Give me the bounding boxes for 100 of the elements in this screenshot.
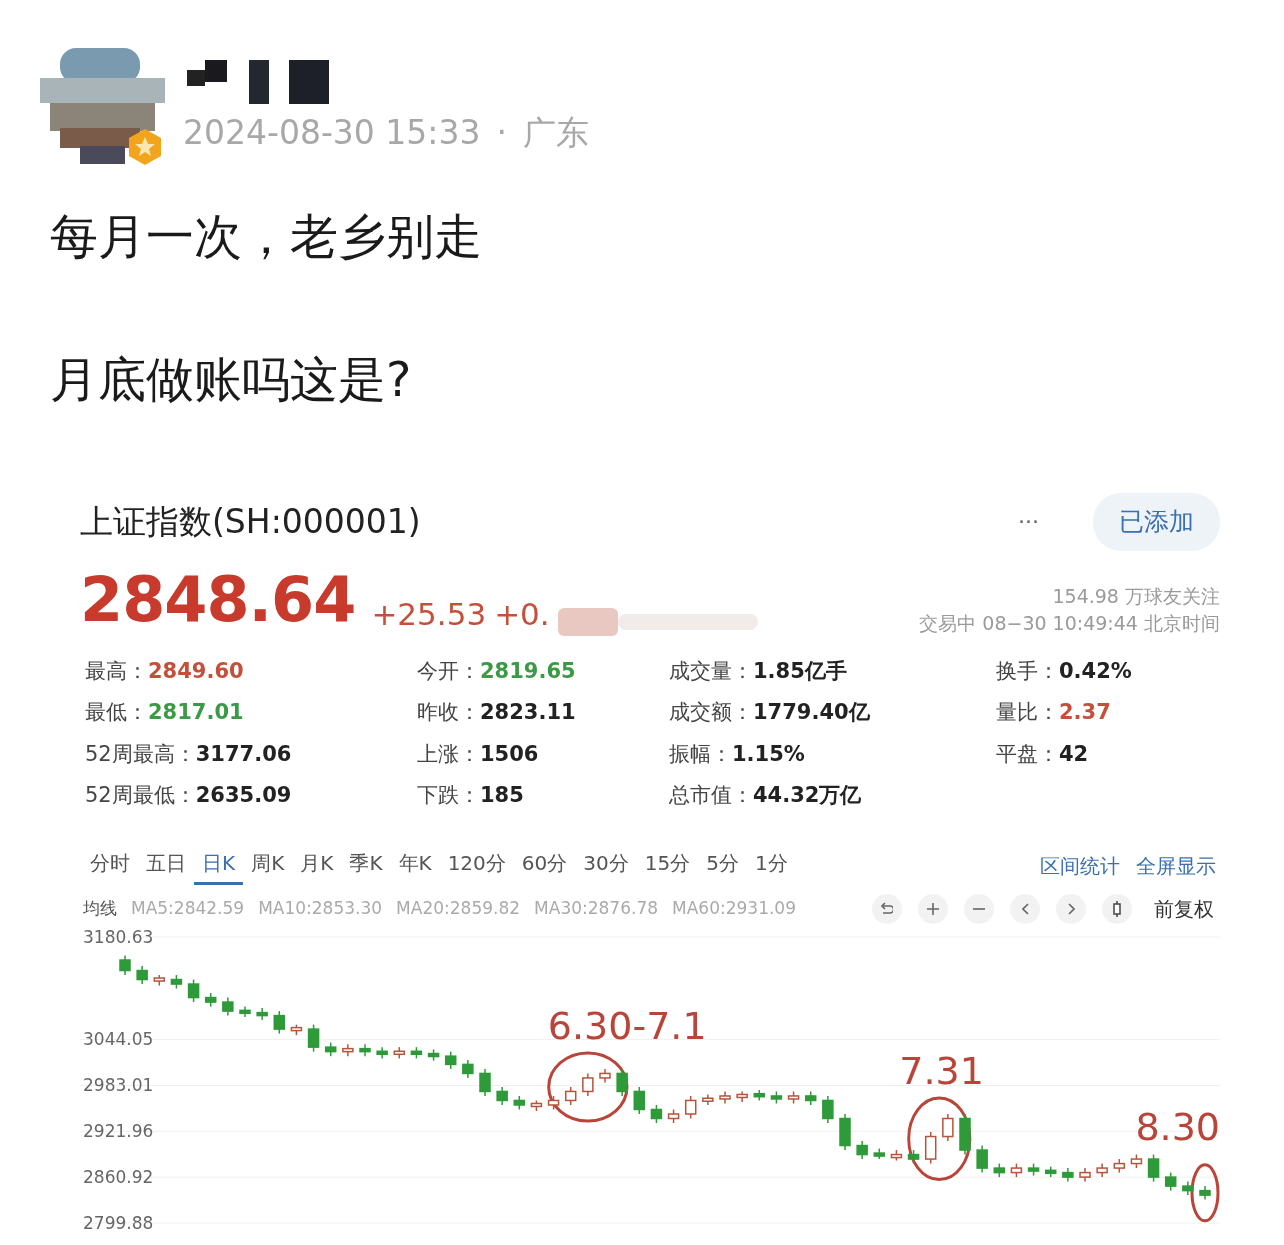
period-tab[interactable]: 年K	[390, 847, 440, 885]
candlestick	[547, 1094, 560, 1110]
stock-title: 上证指数(SH:000001)	[80, 501, 422, 544]
fullscreen-link[interactable]: 全屏显示	[1132, 851, 1220, 882]
stat-value: 1.15%	[732, 740, 805, 768]
percent-change: +0.	[494, 595, 550, 635]
more-button[interactable]: ···	[1012, 504, 1045, 540]
period-tab[interactable]: 1分	[746, 847, 796, 885]
candlestick	[307, 1023, 320, 1053]
annotation-label: 6.30-7.1	[547, 1006, 707, 1045]
candlestick	[204, 992, 217, 1007]
period-tab[interactable]: 五日	[138, 847, 194, 885]
candlestick	[839, 1112, 851, 1151]
stat-label: 总市值：	[669, 782, 753, 810]
minus-icon	[973, 907, 985, 910]
range-stats-link[interactable]: 区间统计	[1036, 851, 1124, 882]
candlestick	[187, 978, 200, 1003]
candlestick	[239, 1005, 251, 1018]
added-button[interactable]: 已添加	[1093, 493, 1220, 551]
ma-value: MA60:2931.09	[672, 896, 796, 920]
star-badge-icon	[127, 128, 163, 166]
annotation-label: 7.31	[899, 1051, 984, 1090]
axis-tick-label: 3180.63	[83, 928, 154, 946]
period-tab[interactable]: 周K	[243, 847, 293, 885]
highlight-circle	[1190, 1163, 1220, 1223]
candlestick	[376, 1046, 388, 1059]
stat-label: 最高：	[85, 657, 148, 685]
candlestick	[1062, 1167, 1074, 1183]
candle-button[interactable]	[1102, 893, 1132, 924]
period-tab[interactable]: 分时	[82, 847, 138, 885]
trading-status: 交易中 08−30 10:49:44 北京时间	[919, 611, 1220, 637]
candlestick	[1044, 1165, 1057, 1178]
stat-label: 昨收：	[417, 699, 480, 727]
candlestick	[942, 1112, 954, 1142]
stat-label: 成交额：	[669, 699, 753, 727]
price-change: +25.53	[371, 595, 487, 635]
candlestick	[1147, 1153, 1160, 1183]
period-tab[interactable]: 60分	[513, 847, 576, 885]
candlestick	[444, 1050, 457, 1070]
candlestick	[907, 1149, 920, 1164]
candlestick	[599, 1067, 611, 1083]
period-tab[interactable]: 15分	[636, 847, 699, 885]
stat-label: 换手：	[996, 657, 1059, 685]
candlestick	[462, 1058, 474, 1079]
stat-value: 1506	[480, 740, 539, 768]
candlestick	[290, 1023, 303, 1036]
adjust-button[interactable]: 前复权	[1148, 892, 1220, 925]
stat-label: 平盘：	[996, 740, 1059, 768]
undo-button[interactable]	[872, 893, 902, 924]
period-tab[interactable]: 季K	[341, 847, 391, 885]
candlestick	[616, 1067, 628, 1097]
candlestick	[650, 1103, 663, 1124]
stat-label: 下跌：	[417, 782, 480, 810]
period-tab[interactable]: 120分	[439, 847, 514, 885]
candlestick	[256, 1007, 268, 1021]
candlestick	[136, 964, 148, 985]
candlestick	[736, 1090, 748, 1103]
candlestick	[393, 1046, 406, 1059]
candlestick	[719, 1090, 731, 1104]
chevron-left-icon	[1021, 902, 1029, 915]
plus-button[interactable]	[918, 893, 948, 924]
chevron-right-button[interactable]	[1056, 893, 1086, 924]
candlestick	[324, 1041, 337, 1057]
period-tab[interactable]: 30分	[575, 847, 637, 885]
stat-value: 44.32万亿	[753, 782, 862, 810]
candlestick	[702, 1093, 714, 1106]
candlestick	[976, 1144, 988, 1173]
stat-value: 1779.40亿	[753, 699, 870, 727]
minus-button[interactable]	[964, 893, 994, 924]
stat-value: 1.85亿手	[753, 657, 847, 685]
candlestick	[273, 1010, 286, 1035]
stat-label: 今开：	[417, 657, 480, 685]
candlestick	[1164, 1171, 1177, 1192]
stat-label: 量比：	[996, 699, 1059, 727]
stat-label: 成交量：	[669, 657, 753, 685]
candlestick	[1079, 1167, 1091, 1183]
candlestick	[582, 1072, 594, 1097]
period-tab[interactable]: 日K	[194, 847, 244, 885]
ma-value: MA20:2859.82	[396, 896, 521, 920]
stat-label: 上涨：	[417, 740, 480, 768]
candlestick	[1182, 1180, 1194, 1196]
separator-dot: ·	[496, 112, 507, 154]
candlestick	[222, 996, 234, 1017]
axis-tick-label: 2799.88	[83, 1214, 154, 1232]
candlestick	[873, 1147, 886, 1160]
period-tab[interactable]: 月K	[292, 847, 342, 885]
axis-tick-label: 2921.96	[83, 1123, 154, 1140]
candlestick	[1113, 1158, 1126, 1173]
stat-label: 52周最高：	[85, 740, 196, 768]
candlestick	[890, 1149, 903, 1161]
chevron-left-button[interactable]	[1010, 893, 1040, 924]
ma-label: 均线	[83, 896, 117, 920]
axis-tick-label: 2860.92	[83, 1168, 154, 1186]
stat-label: 振幅：	[669, 740, 732, 768]
candlestick	[684, 1094, 697, 1119]
candlestick	[1096, 1162, 1108, 1178]
period-tab[interactable]: 5分	[698, 847, 747, 885]
candlestick	[770, 1090, 783, 1104]
candlestick	[1027, 1162, 1040, 1176]
candlestick	[342, 1043, 354, 1057]
